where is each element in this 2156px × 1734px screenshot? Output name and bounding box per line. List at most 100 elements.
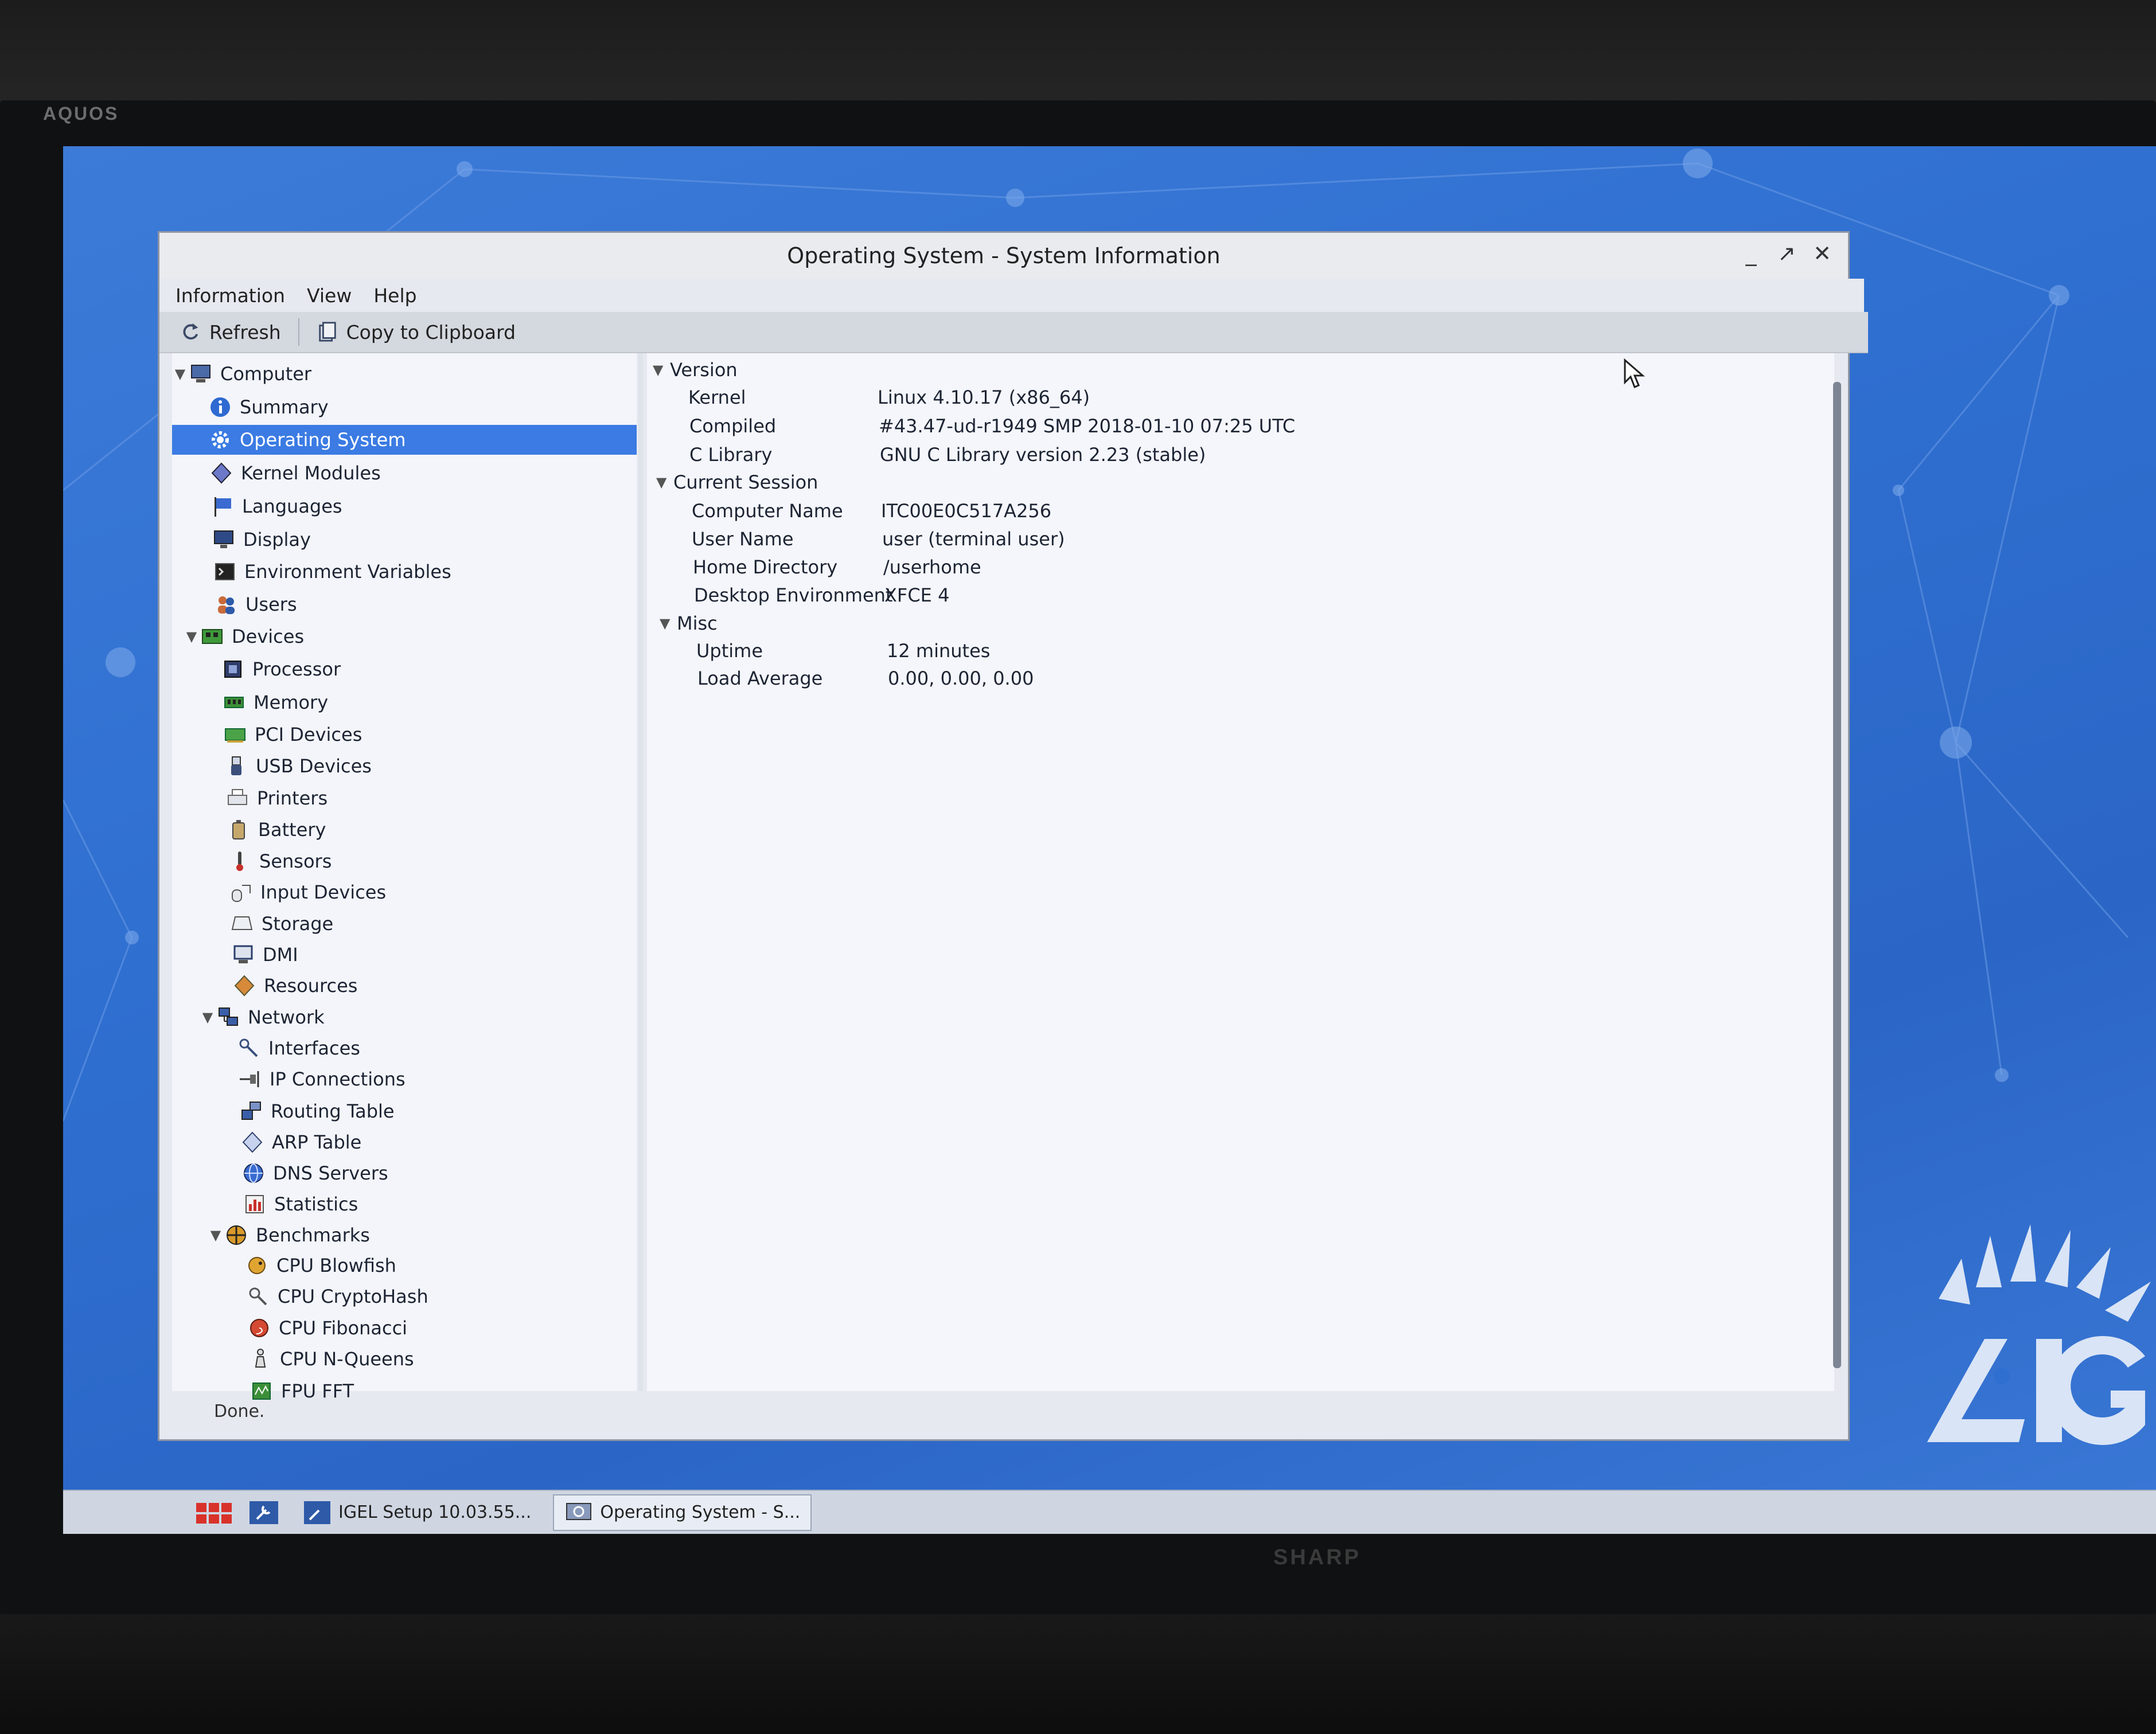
status-text: Done. — [214, 1401, 265, 1421]
sidebar-item-cpu-cryptohash[interactable]: CPU CryptoHash — [245, 1282, 428, 1311]
menu-help[interactable]: Help — [373, 284, 416, 307]
expander-icon[interactable]: ▼ — [656, 474, 673, 490]
pane-splitter[interactable] — [638, 353, 643, 1391]
monitor-brand-bottom: SHARP — [1273, 1545, 1362, 1569]
sidebar-item-cpu-n-queens[interactable]: CPU N-Queens — [248, 1344, 414, 1374]
sidebar-item-usb-devices[interactable]: USB Devices — [224, 751, 372, 781]
scrollbar-thumb[interactable] — [1833, 382, 1841, 1368]
detail-key: Computer Name — [692, 500, 843, 522]
sidebar-item-ip-connections[interactable]: IP Connections — [237, 1064, 406, 1094]
detail-value: user (terminal user) — [882, 528, 1065, 550]
sidebar-item-storage[interactable]: Storage — [229, 909, 333, 939]
maximize-button[interactable]: ↗ — [1775, 241, 1798, 266]
tree-label: PCI Devices — [255, 724, 362, 745]
terminal-icon — [212, 559, 237, 584]
tree-label: Memory — [254, 692, 329, 713]
section-misc[interactable]: ▼ Misc — [660, 612, 718, 634]
detail-key: Uptime — [696, 640, 763, 662]
taskbar-task-igel-setup[interactable]: IGEL Setup 10.03.55... — [293, 1495, 541, 1530]
expander-icon[interactable]: ▼ — [172, 366, 188, 382]
hard-disk-icon — [229, 911, 255, 936]
sidebar-item-operating-system[interactable]: Operating System — [172, 425, 637, 455]
sidebar-item-statistics[interactable]: Statistics — [242, 1189, 358, 1219]
detail-value: ITC00E0C517A256 — [881, 500, 1052, 522]
sidebar-item-memory[interactable]: Memory — [221, 688, 328, 717]
tree-label: Environment Variables — [244, 561, 451, 583]
arp-icon — [240, 1130, 265, 1155]
memory-icon — [221, 690, 247, 715]
sidebar-item-routing-table[interactable]: Routing Table — [239, 1096, 395, 1126]
clipboard-icon — [318, 322, 336, 342]
tree-label: Interfaces — [268, 1037, 360, 1059]
sidebar-item-pci-devices[interactable]: PCI Devices — [223, 720, 362, 749]
sidebar-item-cpu-blowfish[interactable]: CPU Blowfish — [244, 1251, 396, 1280]
detail-key: Desktop Environment — [694, 584, 893, 606]
window-titlebar[interactable]: Operating System - System Information _ … — [159, 233, 1848, 279]
mouse-cursor-icon — [1624, 358, 1646, 388]
toolbar-separator — [298, 318, 299, 346]
start-menu-icon[interactable] — [195, 1498, 235, 1527]
sidebar-item-environment-variables[interactable]: Environment Variables — [212, 557, 451, 587]
copy-to-clipboard-button[interactable]: Copy to Clipboard — [317, 321, 516, 343]
sidebar-item-sensors[interactable]: Sensors — [227, 846, 332, 876]
wrench-launcher-icon[interactable] — [247, 1498, 281, 1527]
globe-icon — [241, 1161, 266, 1186]
sidebar-item-battery[interactable]: Battery — [226, 815, 326, 845]
key-icon — [245, 1284, 271, 1309]
menu-information[interactable]: Information — [176, 284, 285, 307]
section-current-session[interactable]: ▼ Current Session — [656, 471, 818, 493]
detail-value: XFCE 4 — [884, 584, 950, 606]
sidebar-item-users[interactable]: Users — [213, 589, 297, 619]
sidebar-item-languages[interactable]: Languages — [210, 491, 342, 521]
expander-icon[interactable]: ▼ — [660, 615, 677, 631]
copy-to-clipboard-label: Copy to Clipboard — [346, 321, 516, 343]
sidebar-item-interfaces[interactable]: Interfaces — [236, 1033, 360, 1063]
expander-icon[interactable]: ▼ — [184, 628, 200, 645]
sidebar-item-resources[interactable]: Resources — [232, 971, 357, 1001]
tree-label: Benchmarks — [256, 1224, 370, 1246]
window-title: Operating System - System Information — [787, 243, 1221, 268]
tree-label: CPU Fibonacci — [279, 1317, 408, 1339]
routing-icon — [239, 1099, 264, 1124]
close-button[interactable]: ✕ — [1811, 241, 1834, 266]
sidebar-item-dmi[interactable]: DMI — [231, 940, 298, 970]
tree-label: Users — [245, 593, 297, 615]
computer-icon — [188, 361, 213, 386]
blowfish-icon — [244, 1253, 270, 1278]
tree-label: CPU Blowfish — [276, 1255, 396, 1276]
tree-group-computer[interactable]: ▼ Computer — [172, 359, 311, 389]
tree-group-devices[interactable]: ▼ Devices — [184, 622, 304, 651]
expander-icon[interactable]: ▼ — [653, 362, 670, 378]
vertical-scrollbar[interactable] — [1830, 365, 1843, 1391]
task-label: IGEL Setup 10.03.55... — [338, 1502, 532, 1522]
sidebar-item-summary[interactable]: Summary — [208, 392, 329, 422]
section-version[interactable]: ▼ Version — [653, 359, 738, 381]
sidebar-item-dns-servers[interactable]: DNS Servers — [241, 1158, 388, 1188]
tree-group-benchmarks[interactable]: ▼ Benchmarks — [208, 1220, 370, 1250]
tree-label: Routing Table — [271, 1100, 395, 1122]
tree-label: Summary — [240, 396, 329, 418]
sidebar-item-arp-table[interactable]: ARP Table — [240, 1127, 361, 1157]
monitor-brand-top: AQUOS — [43, 103, 119, 124]
toolbar: Refresh Copy to Clipboard — [159, 312, 1868, 353]
expander-icon[interactable]: ▼ — [208, 1227, 224, 1243]
tree-group-network[interactable]: ▼ Network — [200, 1002, 325, 1032]
interfaces-icon — [236, 1036, 262, 1061]
refresh-button[interactable]: Refresh — [180, 321, 281, 343]
circuit-board-icon — [200, 624, 225, 649]
expander-icon[interactable]: ▼ — [200, 1009, 216, 1025]
menu-view[interactable]: View — [307, 284, 352, 307]
sidebar-item-cpu-fibonacci[interactable]: CPU Fibonacci — [247, 1313, 407, 1343]
sidebar-item-printers[interactable]: Printers — [225, 783, 328, 813]
sidebar-item-processor[interactable]: Processor — [220, 654, 341, 684]
benchmark-flag-icon — [224, 1223, 249, 1248]
sidebar-item-display[interactable]: Display — [211, 525, 311, 554]
sidebar-item-kernel-modules[interactable]: Kernel Modules — [209, 458, 381, 488]
sidebar-item-input-devices[interactable]: Input Devices — [228, 877, 386, 907]
system-information-window: Operating System - System Information _ … — [158, 231, 1868, 1441]
detail-key: Home Directory — [693, 556, 838, 578]
details-pane: ▼ Version Kernel Linux 4.10.17 (x86_64) … — [647, 353, 1834, 1391]
minimize-button[interactable]: _ — [1740, 241, 1763, 266]
taskbar-task-operating-system[interactable]: Operating System - S... — [553, 1494, 812, 1531]
flag-icon — [210, 494, 235, 519]
